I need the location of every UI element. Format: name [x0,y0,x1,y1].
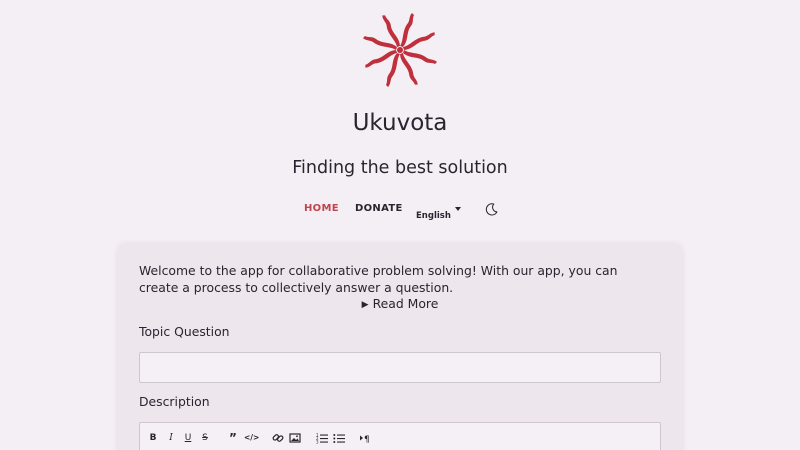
code-button[interactable]: </> [244,431,259,445]
strikethrough-button[interactable]: S [198,431,212,445]
read-more-label: Read More [372,296,439,311]
bullet-list-icon [333,434,345,443]
ordered-list-icon: 1 2 3 [316,433,328,445]
read-more-toggle[interactable]: ▶ Read More [0,296,800,311]
image-button[interactable] [288,431,302,445]
svg-text:¶: ¶ [364,435,370,444]
paragraph-button[interactable]: ¶ [359,431,373,445]
nav-home-link[interactable]: HOME [304,203,339,214]
language-selected-value: English [416,211,451,221]
bold-button[interactable]: B [146,431,160,445]
blockquote-button[interactable]: ” [226,431,240,445]
page-subtitle: Finding the best solution [292,158,508,178]
moon-icon[interactable] [484,202,499,217]
topic-question-label: Topic Question [139,324,230,339]
bullet-list-button[interactable] [332,431,346,445]
topic-question-input[interactable] [139,352,661,383]
language-select[interactable]: English [416,203,466,221]
spiral-star-logo [363,13,437,87]
underline-button[interactable]: U [181,431,195,445]
svg-text:3: 3 [316,440,319,445]
italic-button[interactable]: I [164,431,178,445]
paragraph-icon: ¶ [360,435,370,445]
ordered-list-button[interactable]: 1 2 3 [315,431,329,445]
link-button[interactable] [271,431,285,445]
nav-donate-link[interactable]: DONATE [355,203,403,214]
triangle-right-icon: ▶ [361,300,369,310]
chevron-down-icon [455,207,461,211]
main-nav: HOME DONATE English [0,199,800,221]
welcome-text: Welcome to the app for collaborative pro… [139,263,618,295]
description-label: Description [139,394,210,409]
image-icon [289,433,301,443]
editor-toolbar: B I U S ” </> 1 2 3 ¶ [139,422,661,450]
link-icon [272,434,284,442]
page: Ukuvota Finding the best solution HOME D… [0,0,800,450]
app-title: Ukuvota [352,110,448,136]
